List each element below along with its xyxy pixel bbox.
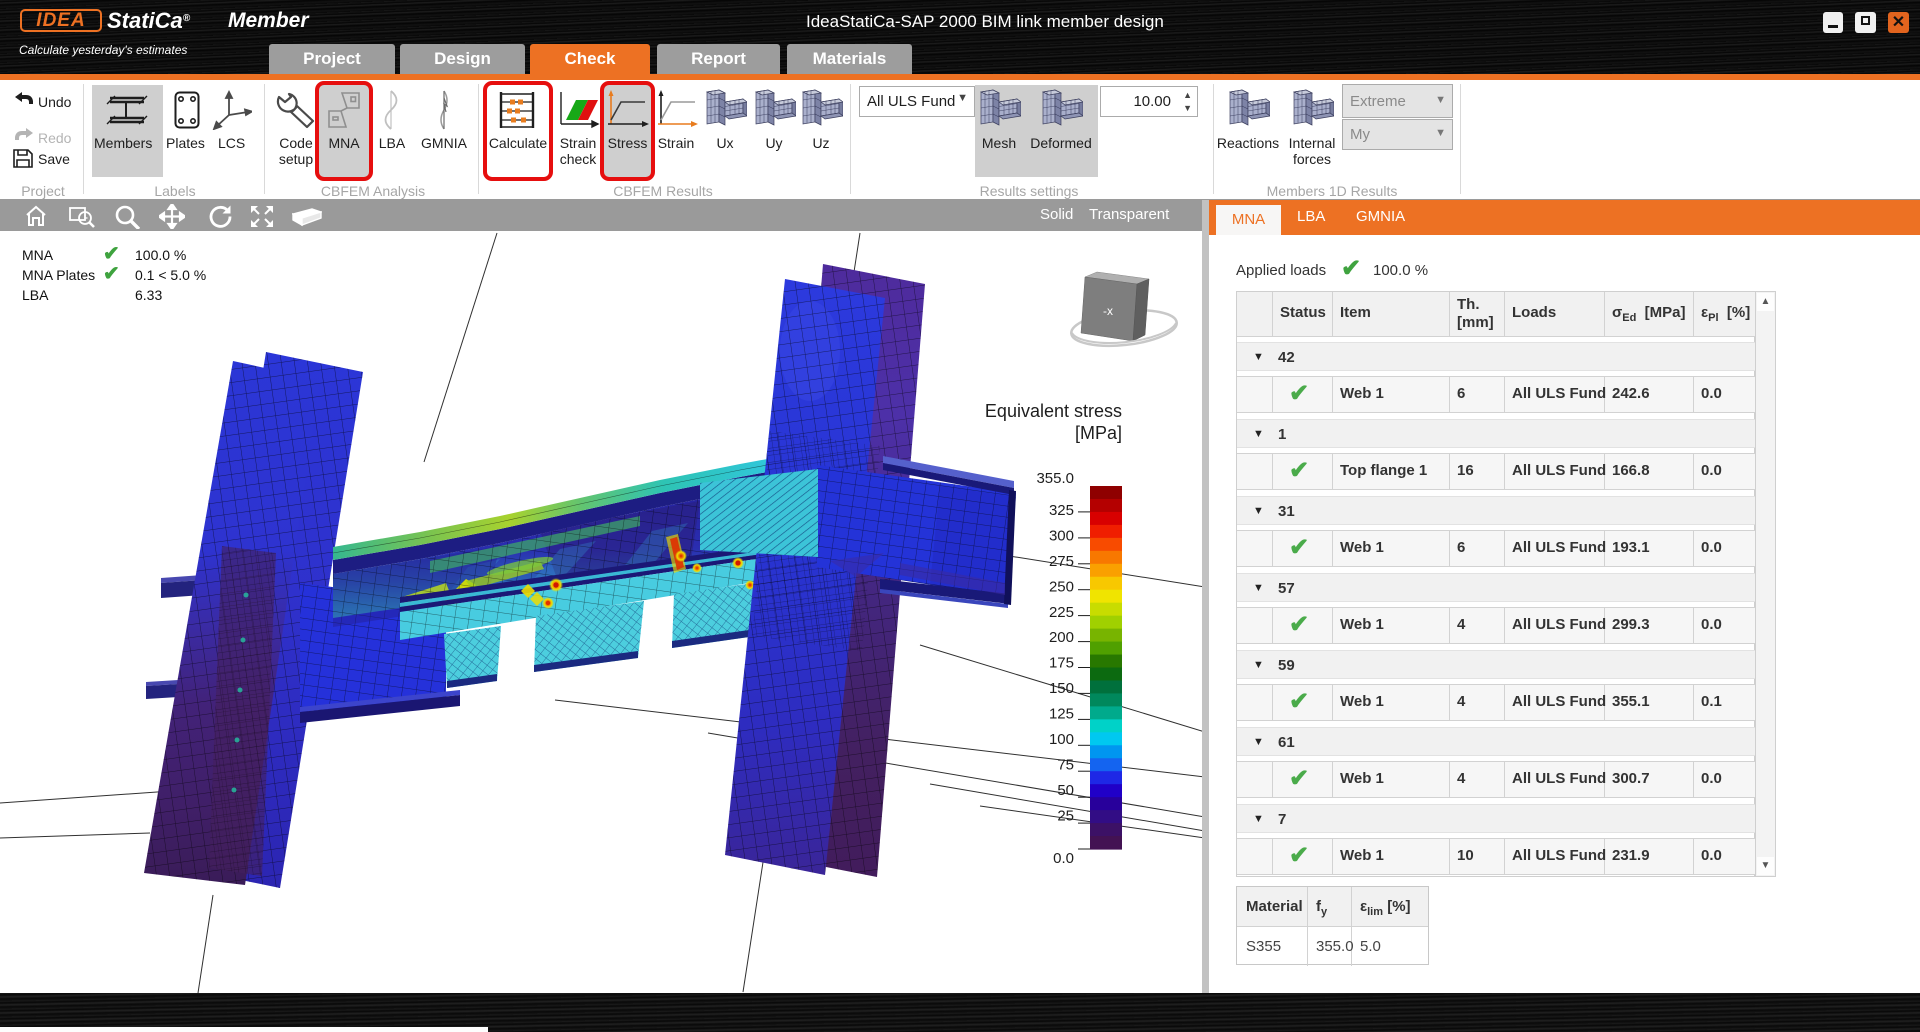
svg-text:300: 300 (1049, 527, 1074, 544)
svg-text:325: 325 (1049, 502, 1074, 519)
svg-text:[MPa]: [MPa] (1075, 423, 1122, 443)
svg-text:-x: -x (1103, 304, 1113, 318)
svg-text:125: 125 (1049, 706, 1074, 723)
svg-text:175: 175 (1049, 655, 1074, 672)
svg-text:150: 150 (1049, 680, 1074, 697)
svg-text:25: 25 (1057, 807, 1074, 824)
svg-text:Equivalent stress: Equivalent stress (985, 401, 1122, 421)
svg-text:225: 225 (1049, 604, 1074, 621)
svg-text:355.0: 355.0 (1036, 470, 1074, 487)
svg-text:100: 100 (1049, 731, 1074, 748)
svg-text:50: 50 (1057, 782, 1074, 799)
svg-text:250: 250 (1049, 578, 1074, 595)
svg-text:275: 275 (1049, 553, 1074, 570)
svg-text:0.0: 0.0 (1053, 850, 1074, 867)
svg-text:200: 200 (1049, 629, 1074, 646)
svg-text:75: 75 (1057, 757, 1074, 774)
